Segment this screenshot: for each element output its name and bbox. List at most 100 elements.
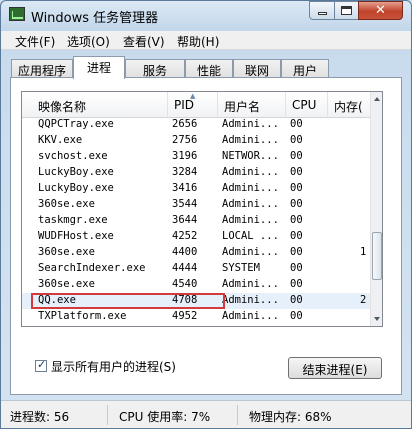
- process-name: SearchIndexer.exe: [38, 262, 146, 274]
- table-row[interactable]: LuckyB... 4976 Admini... 00: [22, 325, 370, 327]
- process-cpu: 00: [290, 246, 303, 258]
- end-process-button[interactable]: 结束进程(E): [288, 357, 382, 379]
- status-bar: 进程数: 56 CPU 使用率: 7% 物理内存: 68%: [1, 400, 411, 428]
- process-name: 360se.exe: [38, 278, 95, 290]
- process-name: 360se.exe: [38, 246, 95, 258]
- process-cpu: 00: [290, 310, 303, 322]
- process-pid: 2656: [172, 118, 198, 130]
- process-name: LuckyBoy.exe: [38, 166, 114, 178]
- process-name: TXPlatform.exe: [38, 310, 127, 322]
- process-pid: 4976: [172, 326, 218, 327]
- status-cpu-usage: CPU 使用率: 7%: [119, 410, 211, 424]
- scroll-down-icon[interactable]: [374, 317, 380, 321]
- title-bar[interactable]: Windows 任务管理器 ✕: [1, 1, 411, 29]
- tab-applications[interactable]: 应用程序: [11, 59, 73, 78]
- process-cpu: 00: [290, 166, 303, 178]
- menu-bar: 文件(F) 选项(O) 查看(V) 帮助(H): [1, 31, 411, 50]
- process-pid: 2756: [172, 134, 198, 146]
- highlight-box: [31, 293, 225, 309]
- process-pid: 4540: [172, 278, 198, 290]
- menu-options[interactable]: 选项(O): [67, 33, 110, 50]
- table-row[interactable]: taskmgr.exe 3644 Admini... 00: [22, 213, 370, 229]
- tab-users[interactable]: 用户: [281, 59, 329, 78]
- process-name: 360se.exe: [38, 198, 95, 210]
- process-username: Admini...: [222, 326, 286, 327]
- column-image-name[interactable]: 映像名称: [22, 92, 168, 117]
- table-row[interactable]: svchost.exe 3196 NETWOR... 00: [22, 149, 370, 165]
- process-name: KKV.exe: [38, 134, 83, 146]
- table-row[interactable]: SearchIndexer.exe 4444 SYSTEM 00: [22, 261, 370, 277]
- scroll-up-icon[interactable]: [374, 97, 380, 101]
- table-row[interactable]: 360se.exe 4540 Admini... 00: [22, 277, 370, 293]
- status-divider: [107, 405, 108, 425]
- process-cpu: 00: [290, 118, 303, 130]
- table-row[interactable]: LuckyBoy.exe 3284 Admini... 00: [22, 165, 370, 181]
- process-cpu: 00: [290, 278, 303, 290]
- status-process-count: 进程数: 56: [10, 410, 70, 424]
- process-pid: 4952: [172, 310, 198, 322]
- menu-file[interactable]: 文件(F): [15, 33, 55, 50]
- close-icon: ✕: [375, 3, 386, 18]
- process-cpu: 00: [290, 214, 303, 226]
- vertical-scrollbar[interactable]: [370, 92, 382, 326]
- column-pid[interactable]: ▲ PID: [168, 92, 218, 117]
- maximize-icon: [341, 6, 352, 15]
- process-pid: 3196: [172, 150, 198, 162]
- tab-services[interactable]: 服务: [125, 59, 185, 78]
- process-username: LOCAL ...: [222, 230, 279, 242]
- column-username[interactable]: 用户名: [218, 92, 286, 117]
- minimize-icon: [317, 12, 327, 15]
- process-cpu: 00: [290, 230, 303, 242]
- tab-performance[interactable]: 性能: [185, 59, 233, 78]
- table-row[interactable]: QQPCTray.exe 2656 Admini... 00: [22, 117, 370, 133]
- sort-ascending-icon: ▲: [190, 92, 196, 100]
- table-row[interactable]: KKV.exe 2756 Admini... 00: [22, 133, 370, 149]
- process-username: Admini...: [222, 246, 279, 258]
- menu-view[interactable]: 查看(V): [123, 33, 165, 50]
- process-cpu: 00: [290, 150, 303, 162]
- table-row[interactable]: TXPlatform.exe 4952 Admini... 00: [22, 309, 370, 325]
- process-pid: 4400: [172, 246, 198, 258]
- process-rows: QQPCTray.exe 2656 Admini... 00 KKV.exe 2756 Ad…: [22, 117, 370, 327]
- show-all-users-option[interactable]: 显示所有用户的进程(S): [35, 358, 176, 374]
- process-list[interactable]: 映像名称 ▲ PID 用户名 CPU 内存( QQPCTray.exe 2656 A…: [21, 91, 383, 327]
- close-button[interactable]: ✕: [358, 1, 403, 20]
- process-cpu: 00: [290, 326, 320, 327]
- menu-help[interactable]: 帮助(H): [177, 33, 219, 50]
- process-cpu: 00: [290, 294, 303, 306]
- process-pid: 4252: [172, 230, 198, 242]
- process-cpu: 00: [290, 182, 303, 194]
- tab-networking[interactable]: 联网: [233, 59, 281, 78]
- minimize-button[interactable]: [309, 1, 335, 20]
- table-row[interactable]: QQ.exe 4708 Admini... 00 2: [22, 293, 370, 309]
- column-memory[interactable]: 内存(: [328, 92, 370, 117]
- window-title: Windows 任务管理器: [31, 11, 159, 26]
- process-cpu: 00: [290, 198, 303, 210]
- table-row[interactable]: WUDFHost.exe 4252 LOCAL ... 00: [22, 229, 370, 245]
- maximize-button[interactable]: [334, 1, 359, 20]
- process-name: LuckyB...: [38, 326, 168, 327]
- column-cpu[interactable]: CPU: [286, 92, 328, 117]
- process-cpu: 00: [290, 262, 303, 274]
- process-username: Admini...: [222, 198, 279, 210]
- process-username: Admini...: [222, 214, 279, 226]
- task-manager-icon: [9, 7, 25, 21]
- process-pid: 3284: [172, 166, 198, 178]
- process-list-header: 映像名称 ▲ PID 用户名 CPU 内存(: [22, 92, 370, 118]
- table-row[interactable]: 360se.exe 3544 Admini... 00: [22, 197, 370, 213]
- scrollbar-thumb[interactable]: [372, 232, 382, 280]
- show-all-users-checkbox[interactable]: [35, 358, 47, 372]
- column-pid-label: PID: [174, 98, 195, 112]
- process-username: Admini...: [222, 166, 279, 178]
- show-all-users-label: 显示所有用户的进程(S): [51, 359, 176, 374]
- process-pid: 3644: [172, 214, 198, 226]
- table-row[interactable]: LuckyBoy.exe 3416 Admini... 00: [22, 181, 370, 197]
- process-name: WUDFHost.exe: [38, 230, 114, 242]
- process-username: Admini...: [222, 182, 279, 194]
- process-username: Admini...: [222, 294, 279, 306]
- table-row[interactable]: 360se.exe 4400 Admini... 00 1: [22, 245, 370, 261]
- process-name: taskmgr.exe: [38, 214, 108, 226]
- tab-processes[interactable]: 进程: [73, 56, 125, 79]
- process-pid: 3416: [172, 182, 198, 194]
- process-username: Admini...: [222, 310, 279, 322]
